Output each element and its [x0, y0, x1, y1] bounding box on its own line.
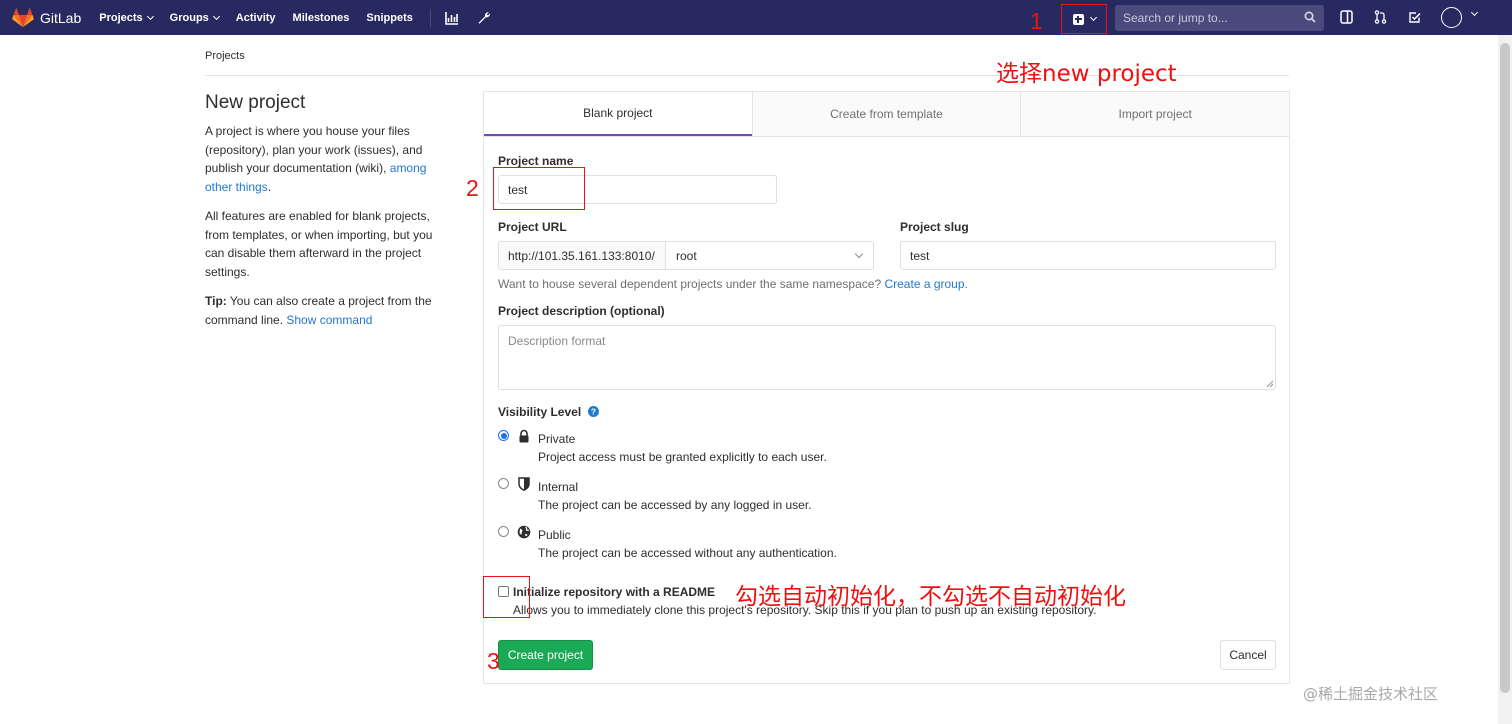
nav-activity-label: Activity — [235, 11, 276, 24]
page-title: New project — [205, 92, 306, 113]
top-navbar: GitLab Projects Groups Activity Mileston… — [0, 0, 1512, 35]
project-info-sidebar: New project A project is where you house… — [205, 92, 445, 340]
search-box — [1115, 5, 1324, 31]
annotation-step-1: 1 — [1030, 8, 1043, 34]
new-project-dropdown[interactable] — [1061, 4, 1107, 34]
annotation-step-2: 2 — [466, 175, 479, 201]
visibility-private-radio[interactable] — [498, 430, 509, 441]
visibility-private-title: Private — [538, 432, 576, 446]
annotation-box-readme — [483, 576, 530, 618]
visibility-private-desc: Project access must be granted explicitl… — [538, 450, 827, 464]
navbar-right-icons — [1333, 4, 1435, 30]
visibility-label-text: Visibility Level — [498, 405, 582, 419]
visibility-public-desc: The project can be accessed without any … — [538, 546, 837, 560]
namespace-value: root — [676, 248, 697, 263]
chevron-down-icon — [1470, 8, 1479, 17]
annotation-box-project-name — [493, 167, 585, 210]
svg-text:?: ? — [590, 407, 595, 417]
scrollbar-thumb[interactable] — [1500, 43, 1510, 693]
plus-square-icon — [1072, 13, 1084, 25]
visibility-internal-desc: The project can be accessed by any logge… — [538, 498, 812, 512]
description-textarea[interactable] — [498, 325, 1276, 390]
nav-groups[interactable]: Groups — [169, 11, 220, 24]
nav-divider — [429, 8, 431, 27]
todos-button[interactable] — [1401, 4, 1427, 30]
nav-snippets[interactable]: Snippets — [366, 12, 412, 24]
tip-text: Tip: You can also create a project from … — [205, 292, 445, 329]
nav-activity[interactable]: Activity — [236, 12, 276, 24]
watermark: @稀土掘金技术社区 — [1303, 685, 1439, 703]
main-nav: Projects Groups Activity Milestones Snip… — [99, 5, 503, 31]
chevron-down-icon — [212, 12, 220, 20]
gitlab-logo-icon — [12, 7, 34, 27]
chevron-down-icon — [1089, 13, 1097, 22]
nav-snippets-label: Snippets — [366, 11, 413, 24]
issues-button[interactable] — [1333, 4, 1359, 30]
user-avatar[interactable] — [1441, 7, 1462, 28]
features-text: All features are enabled for blank proje… — [205, 209, 433, 279]
project-slug-label: Project slug — [900, 220, 969, 234]
search-icon — [1304, 11, 1316, 23]
namespace-help: Want to house several dependent projects… — [498, 277, 885, 291]
namespace-help-text: Want to house several dependent projects… — [498, 277, 968, 291]
question-help-icon[interactable]: ? — [587, 406, 599, 417]
project-name-label: Project name — [498, 154, 574, 168]
nav-milestones-label: Milestones — [292, 11, 350, 24]
issues-icon — [1339, 10, 1353, 24]
tip-label: Tip: — [205, 294, 227, 308]
brand-name: GitLab — [40, 9, 82, 26]
gitlab-home-link[interactable]: GitLab — [12, 7, 82, 28]
annotation-step-3-text: 勾选自动初始化，不勾选不自动初始化 — [735, 584, 1126, 610]
shield-icon — [518, 477, 530, 491]
visibility-public-radio[interactable] — [498, 526, 509, 537]
wrench-icon — [478, 11, 490, 24]
create-group-link[interactable]: Create a group. — [884, 277, 967, 291]
project-intro-text: A project is where you house your files … — [205, 122, 445, 196]
lock-icon — [519, 429, 529, 443]
cancel-button[interactable]: Cancel — [1220, 640, 1276, 670]
merge-request-icon — [1374, 10, 1386, 24]
tab-import-project[interactable]: Import project — [1020, 92, 1290, 136]
annotation-step-3: 3 — [487, 648, 500, 674]
chevron-down-icon — [854, 249, 864, 259]
intro-period: . — [267, 179, 272, 194]
visibility-level-label: Visibility Level ? — [498, 405, 599, 419]
project-slug-input[interactable] — [900, 241, 1276, 270]
nav-groups-label: Groups — [169, 11, 209, 24]
admin-area-button[interactable] — [439, 5, 465, 31]
settings-button[interactable] — [471, 5, 497, 31]
initialize-readme-label[interactable]: Initialize repository with a README — [513, 585, 715, 599]
visibility-internal-title: Internal — [538, 480, 579, 494]
resize-grip-icon[interactable] — [1266, 380, 1274, 388]
nav-milestones[interactable]: Milestones — [293, 12, 350, 24]
todo-check-icon — [1408, 11, 1421, 23]
url-prefix: http://101.35.161.133:8010/ — [498, 241, 666, 270]
visibility-public-title: Public — [538, 528, 571, 542]
tab-create-from-template[interactable]: Create from template — [751, 92, 1021, 136]
visibility-internal-radio[interactable] — [498, 478, 509, 489]
nav-projects[interactable]: Projects — [99, 11, 154, 24]
chart-icon — [445, 11, 458, 25]
nav-projects-label: Projects — [99, 11, 143, 24]
search-input[interactable] — [1123, 11, 1298, 25]
project-url-label: Project URL — [498, 220, 567, 234]
create-project-button[interactable]: Create project — [498, 640, 593, 670]
breadcrumb[interactable]: Projects — [205, 50, 245, 62]
merge-requests-button[interactable] — [1367, 4, 1393, 30]
show-command-link[interactable]: Show command — [286, 313, 372, 327]
description-label: Project description (optional) — [498, 304, 665, 318]
globe-icon — [517, 525, 531, 539]
annotation-step-1-text: 选择new project — [996, 61, 1177, 87]
tab-blank-project[interactable]: Blank project — [484, 92, 752, 136]
namespace-select[interactable]: root — [666, 241, 874, 270]
chevron-down-icon — [146, 12, 154, 20]
project-type-tabs: Blank project Create from template Impor… — [484, 92, 1290, 137]
page-scrollbar[interactable] — [1498, 35, 1512, 724]
